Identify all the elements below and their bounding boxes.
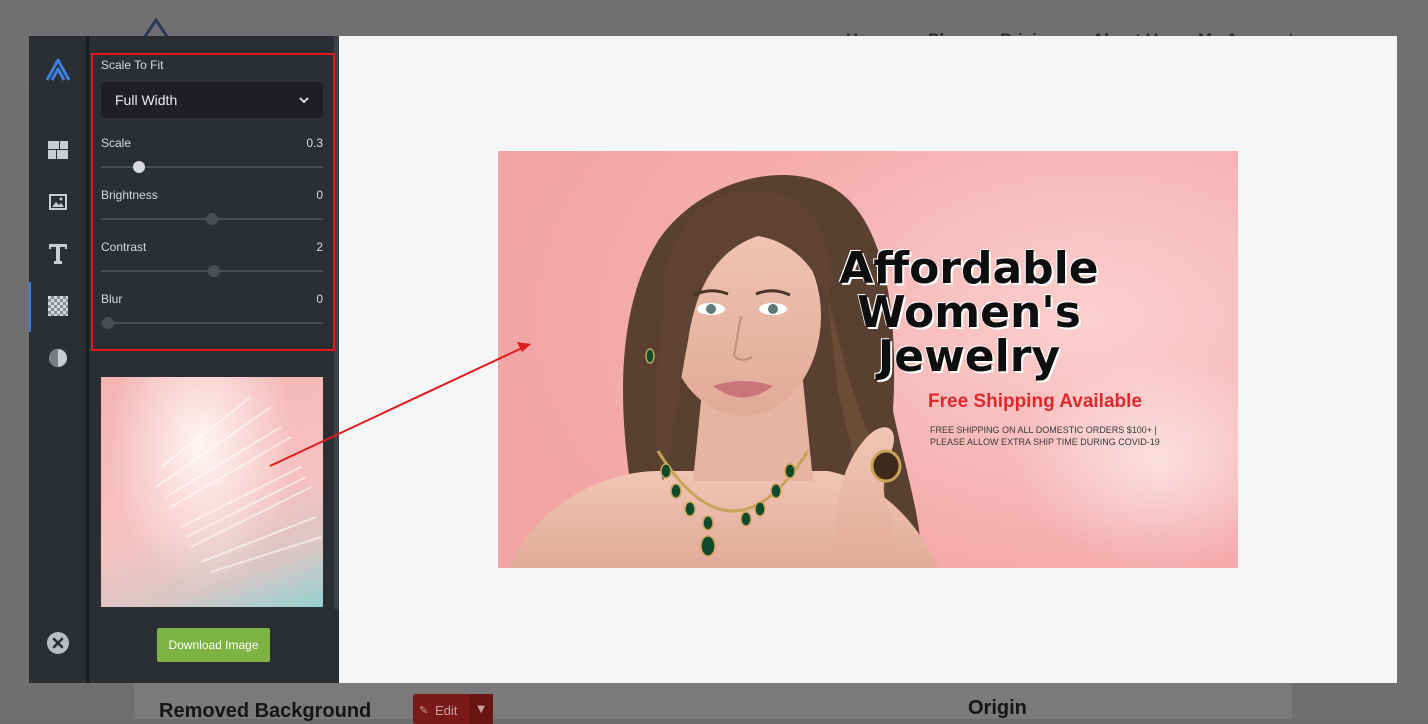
shipping-note-line-2: PLEASE ALLOW EXTRA SHIP TIME DURING COVI… xyxy=(930,437,1160,447)
layout-icon[interactable] xyxy=(44,136,72,164)
text-icon[interactable] xyxy=(44,240,72,268)
download-image-button[interactable]: Download Image xyxy=(157,628,270,662)
image-icon[interactable] xyxy=(44,188,72,216)
settings-highlight-box xyxy=(91,53,335,351)
background-thumbnail[interactable] xyxy=(101,377,323,607)
banner-canvas[interactable]: Affordable Women's Jewelry Free Shipping… xyxy=(498,151,1238,568)
brush-stroke-texture xyxy=(155,396,322,573)
background-icon[interactable] xyxy=(44,292,72,320)
filter-icon[interactable] xyxy=(44,344,72,372)
editor-modal: Scale To Fit Full Width Scale 0.3 Bright… xyxy=(29,36,1397,683)
headline-line-1: Affordable xyxy=(839,243,1099,294)
close-icon[interactable] xyxy=(44,629,72,657)
origin-title: Origin xyxy=(968,697,1027,719)
free-shipping-subheadline: Free Shipping Available xyxy=(928,391,1142,412)
pencil-icon: ✎ xyxy=(419,705,429,717)
logo-icon[interactable] xyxy=(44,56,72,84)
headline-line-3: Jewelry xyxy=(877,331,1061,382)
removed-background-title: Removed Background xyxy=(159,700,372,722)
headline-line-2: Women's xyxy=(857,287,1081,338)
active-tool-indicator xyxy=(29,282,31,332)
caret-down-icon[interactable]: ▼ xyxy=(469,694,493,724)
tool-rail xyxy=(29,36,86,683)
edit-button[interactable]: ✎ Edit ▼ xyxy=(413,694,493,724)
edit-label: Edit xyxy=(435,703,458,718)
shipping-note-line-1: FREE SHIPPING ON ALL DOMESTIC ORDERS $10… xyxy=(930,425,1157,435)
